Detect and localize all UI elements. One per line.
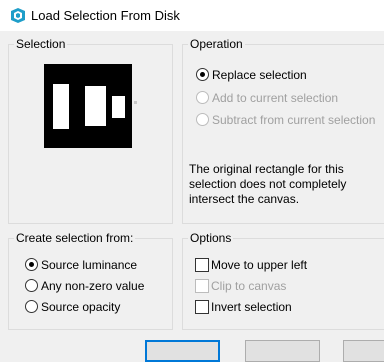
source-luminance-label: Source luminance xyxy=(41,258,138,272)
window-title: Load Selection From Disk xyxy=(31,8,180,23)
help-button[interactable] xyxy=(343,340,384,362)
intersection-warning-text: The original rectangle for this selectio… xyxy=(189,162,347,206)
preview-marker xyxy=(134,101,137,104)
app-logo-icon xyxy=(11,8,25,23)
source-opacity-radio[interactable]: Source opacity xyxy=(25,300,165,314)
clip-to-canvas-checkbox[interactable]: Clip to canvas xyxy=(195,279,355,293)
invert-selection-label: Invert selection xyxy=(211,300,292,314)
radio-icon xyxy=(25,258,38,271)
options-group-label: Options xyxy=(188,231,234,245)
radio-icon xyxy=(25,300,38,313)
checkbox-icon xyxy=(195,279,209,293)
selection-preview xyxy=(44,64,132,148)
cancel-button[interactable] xyxy=(245,340,320,362)
radio-icon xyxy=(196,91,209,104)
operation-group-label: Operation xyxy=(188,37,245,51)
add-to-selection-radio[interactable]: Add to current selection xyxy=(196,91,376,105)
source-opacity-label: Source opacity xyxy=(41,300,121,314)
replace-selection-label: Replace selection xyxy=(212,68,307,82)
subtract-from-selection-label: Subtract from current selection xyxy=(212,113,376,127)
any-non-zero-label: Any non-zero value xyxy=(41,279,145,293)
clip-to-canvas-label: Clip to canvas xyxy=(211,279,287,293)
radio-icon xyxy=(196,68,209,81)
radio-icon xyxy=(196,113,209,126)
radio-icon xyxy=(25,279,38,292)
source-luminance-radio[interactable]: Source luminance xyxy=(25,258,165,272)
load-button[interactable] xyxy=(145,340,220,362)
selection-group-label: Selection xyxy=(14,37,68,51)
move-to-upper-left-label: Move to upper left xyxy=(211,258,308,272)
replace-selection-radio[interactable]: Replace selection xyxy=(196,68,376,82)
checkbox-icon xyxy=(195,258,209,272)
create-selection-group-label: Create selection from: xyxy=(14,231,136,245)
checkbox-icon xyxy=(195,300,209,314)
invert-selection-checkbox[interactable]: Invert selection xyxy=(195,300,355,314)
add-to-selection-label: Add to current selection xyxy=(212,91,339,105)
any-non-zero-radio[interactable]: Any non-zero value xyxy=(25,279,165,293)
move-to-upper-left-checkbox[interactable]: Move to upper left xyxy=(195,258,355,272)
subtract-from-selection-radio[interactable]: Subtract from current selection xyxy=(196,113,382,127)
title-bar: Load Selection From Disk xyxy=(0,0,384,31)
